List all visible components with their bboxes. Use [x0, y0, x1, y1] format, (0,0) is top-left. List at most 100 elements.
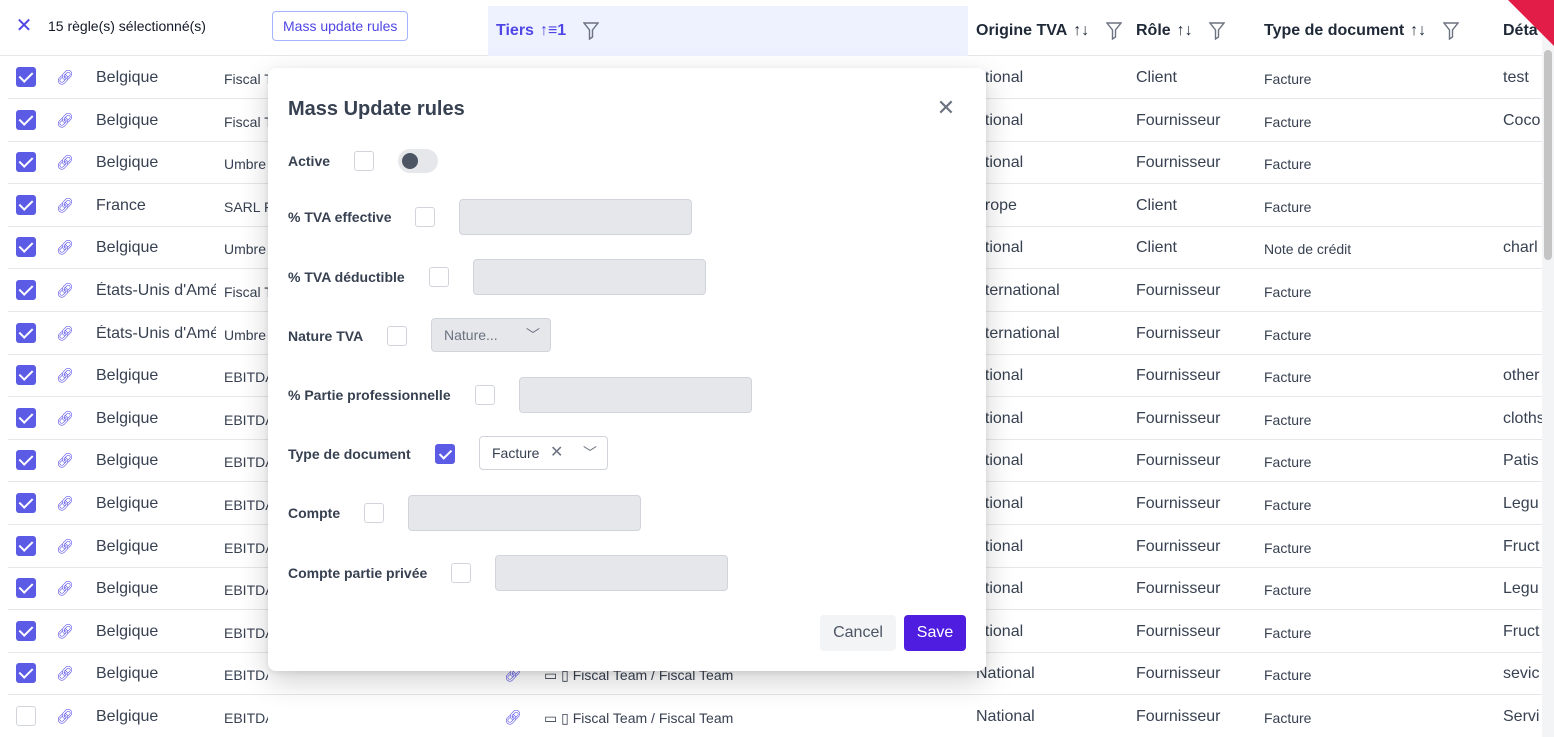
role-cell: Fournisseur: [1136, 367, 1221, 385]
sort-asc-icon[interactable]: ↑≡: [540, 22, 557, 39]
detail-cell: Patis: [1503, 452, 1539, 470]
close-icon[interactable]: ✕: [936, 97, 956, 119]
column-header-type[interactable]: Type de document ↑↓: [1264, 22, 1459, 40]
compte-checkbox[interactable]: [364, 503, 384, 523]
link-icon[interactable]: 🔗︎: [56, 69, 74, 86]
country-cell: Belgique: [96, 708, 159, 725]
link-icon[interactable]: 🔗︎: [56, 239, 74, 256]
type-document-checkbox[interactable]: [435, 444, 455, 464]
link-icon[interactable]: 🔗︎: [56, 580, 74, 597]
row-checkbox[interactable]: [16, 493, 36, 513]
role-cell: Fournisseur: [1136, 111, 1221, 129]
link-icon[interactable]: 🔗︎: [56, 410, 74, 427]
nature-tva-label: Nature TVA: [288, 328, 364, 344]
origin-cell: ational: [976, 452, 1024, 470]
sort-icon[interactable]: ↑↓: [1073, 22, 1089, 39]
link-icon[interactable]: 🔗︎: [56, 197, 74, 214]
tva-effective-input[interactable]: [459, 199, 692, 235]
entity-cell: Umbre: [224, 156, 267, 173]
tva-deductible-checkbox[interactable]: [429, 267, 449, 287]
entity-cell: Fiscal T: [224, 113, 268, 130]
row-checkbox[interactable]: [16, 194, 36, 215]
type-document-select[interactable]: Facture ✕ ﹀: [479, 436, 608, 470]
filter-icon[interactable]: [1105, 22, 1122, 40]
country-cell: Belgique: [96, 537, 159, 555]
row-checkbox[interactable]: [16, 152, 36, 173]
tva-deductible-input[interactable]: [473, 259, 706, 295]
row-checkbox[interactable]: [16, 280, 36, 300]
origin-cell: nternational: [976, 282, 1060, 299]
country-cell: Belgique: [96, 154, 159, 172]
mass-update-button[interactable]: Mass update rules: [272, 11, 409, 41]
link-icon[interactable]: 🔗︎: [56, 495, 74, 512]
sort-icon[interactable]: ↑↓: [1177, 22, 1193, 39]
clear-icon[interactable]: ✕: [550, 437, 563, 469]
mass-update-modal: Mass Update rules ✕ Active % TVA effecti…: [268, 68, 986, 671]
row-checkbox[interactable]: [16, 450, 36, 471]
link-icon[interactable]: 🔗︎: [56, 665, 74, 682]
row-checkbox[interactable]: [16, 706, 36, 726]
link-icon[interactable]: 🔗︎: [56, 282, 74, 299]
table-row[interactable]: 🔗︎ Belgique EBITDA 🔗︎ ▭ ▯ Fiscal Team / Fisc…: [8, 695, 1554, 737]
sort-icon[interactable]: ↑↓: [1410, 22, 1426, 39]
entity-cell: EBITDA: [224, 497, 268, 513]
row-checkbox[interactable]: [16, 67, 36, 87]
row-checkbox[interactable]: [16, 578, 36, 599]
nature-tva-select[interactable]: Nature... ﹀: [431, 318, 551, 352]
role-cell: Fournisseur: [1136, 154, 1221, 172]
filter-icon[interactable]: [582, 22, 599, 40]
chevron-down-icon: ﹀: [583, 445, 597, 461]
active-checkbox[interactable]: [354, 151, 374, 171]
filter-icon[interactable]: [1209, 22, 1226, 40]
entity-cell: SARL F: [224, 198, 268, 215]
origin-cell: ational: [976, 495, 1024, 512]
row-checkbox[interactable]: [16, 620, 36, 641]
scrollbar-thumb[interactable]: [1544, 50, 1552, 260]
partie-pro-input[interactable]: [519, 377, 752, 413]
row-checkbox[interactable]: [16, 535, 36, 556]
save-button[interactable]: Save: [904, 615, 966, 651]
clear-selection-icon[interactable]: ✕: [14, 16, 34, 36]
compte-input[interactable]: [408, 495, 641, 531]
column-header-origine[interactable]: Origine TVA ↑↓: [976, 22, 1122, 40]
row-checkbox[interactable]: [16, 322, 36, 343]
link-icon[interactable]: 🔗︎: [56, 112, 74, 129]
link-icon[interactable]: 🔗︎: [56, 623, 74, 640]
row-checkbox[interactable]: [16, 407, 36, 428]
row-checkbox[interactable]: [16, 109, 36, 130]
origin-cell: ational: [976, 69, 1024, 86]
link-icon[interactable]: 🔗︎: [504, 709, 522, 726]
row-checkbox[interactable]: [16, 237, 36, 258]
type-header-label: Type de document: [1264, 22, 1405, 40]
role-cell: Fournisseur: [1136, 665, 1221, 683]
tva-effective-checkbox[interactable]: [415, 207, 435, 227]
compte-privee-checkbox[interactable]: [451, 563, 471, 583]
origin-cell: urope: [976, 196, 1017, 214]
link-icon[interactable]: 🔗︎: [56, 708, 74, 725]
link-icon[interactable]: 🔗︎: [56, 367, 74, 384]
link-icon[interactable]: 🔗︎: [56, 452, 74, 469]
compte-privee-input[interactable]: [495, 555, 728, 591]
row-checkbox[interactable]: [16, 365, 36, 386]
country-cell: Belgique: [96, 580, 159, 598]
link-icon[interactable]: 🔗︎: [56, 538, 74, 555]
partie-pro-checkbox[interactable]: [475, 385, 495, 405]
type-cell: Facture: [1264, 539, 1312, 556]
type-cell: Facture: [1264, 624, 1312, 641]
active-toggle[interactable]: [398, 149, 438, 173]
link-icon[interactable]: 🔗︎: [56, 154, 74, 171]
row-checkbox[interactable]: [16, 663, 36, 684]
country-cell: France: [96, 196, 146, 214]
link-icon[interactable]: 🔗︎: [56, 325, 74, 342]
role-cell: Fournisseur: [1136, 708, 1221, 725]
nature-tva-checkbox[interactable]: [387, 326, 407, 346]
entity-cell: EBITDA: [224, 582, 268, 599]
filter-icon[interactable]: [1442, 22, 1459, 40]
role-cell: Fournisseur: [1136, 452, 1221, 470]
cancel-button[interactable]: Cancel: [820, 615, 896, 651]
column-header-role[interactable]: Rôle ↑↓: [1136, 22, 1226, 40]
country-cell: Belgique: [96, 69, 159, 86]
nature-placeholder: Nature...: [444, 327, 498, 343]
vertical-scrollbar[interactable]: [1542, 0, 1554, 737]
column-header-tiers[interactable]: Tiers ↑≡1: [496, 22, 599, 40]
